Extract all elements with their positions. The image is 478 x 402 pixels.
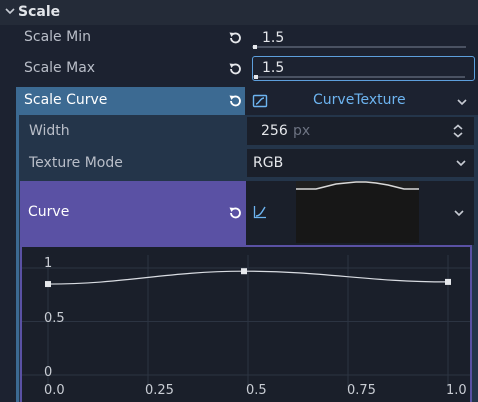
chevron-down-icon <box>5 8 15 15</box>
chevron-down-icon <box>456 160 466 167</box>
spin-arrows-icon[interactable] <box>451 123 465 139</box>
curve-property[interactable]: Curve <box>20 181 246 245</box>
slider-grabber[interactable] <box>254 75 258 79</box>
chevron-down-icon[interactable] <box>455 95 469 109</box>
panel-accent-bar <box>16 115 19 402</box>
reset-icon[interactable] <box>227 30 243 46</box>
chevron-down-icon[interactable] <box>452 206 466 220</box>
y-tick-label: 0.5 <box>44 311 65 326</box>
curve-texture-resource-picker[interactable]: CurveTexture <box>246 87 476 115</box>
scale-curve-label: Scale Curve <box>24 92 108 108</box>
slider-grabber[interactable] <box>253 45 257 49</box>
scale-curve-property[interactable]: Scale Curve <box>16 87 245 115</box>
texture-mode-value: RGB <box>253 155 284 171</box>
curve-texture-label: CurveTexture <box>313 92 406 108</box>
width-value: 256 <box>261 123 288 139</box>
y-tick-label: 0 <box>44 365 53 380</box>
curve-icon <box>253 206 266 219</box>
curve-preview-thumbnail <box>296 181 419 243</box>
reset-icon[interactable] <box>227 205 243 221</box>
scale-min-slider[interactable]: 1.5 <box>252 28 474 52</box>
slider-track <box>253 76 465 78</box>
curve-label: Curve <box>28 204 70 220</box>
slider-track <box>252 46 466 48</box>
texture-mode-select[interactable]: RGB <box>247 149 474 177</box>
reset-icon[interactable] <box>227 93 243 109</box>
curve-texture-icon <box>252 94 268 108</box>
width-spinbox[interactable]: 256 px <box>247 117 474 145</box>
scale-max-value: 1.5 <box>262 60 285 76</box>
width-label: Width <box>29 123 70 139</box>
width-unit: px <box>293 123 311 139</box>
curve-editor-labels: 1 0.5 0 0.0 0.25 0.5 0.75 1.0 <box>22 247 470 402</box>
scale-max-label: Scale Max <box>24 60 96 76</box>
scale-min-label: Scale Min <box>24 29 91 45</box>
section-header-scale[interactable]: Scale <box>0 0 478 25</box>
x-tick-label: 0.25 <box>145 383 174 398</box>
y-tick-label: 1 <box>44 256 53 271</box>
x-tick-label: 0.0 <box>44 383 65 398</box>
reset-icon[interactable] <box>227 61 243 77</box>
scale-max-slider[interactable]: 1.5 <box>252 56 475 81</box>
texture-mode-label: Texture Mode <box>29 155 123 171</box>
scale-min-value: 1.5 <box>262 30 285 46</box>
x-tick-label: 1.0 <box>446 383 467 398</box>
x-tick-label: 0.75 <box>347 383 376 398</box>
section-title: Scale <box>18 4 61 20</box>
x-tick-label: 0.5 <box>246 383 267 398</box>
